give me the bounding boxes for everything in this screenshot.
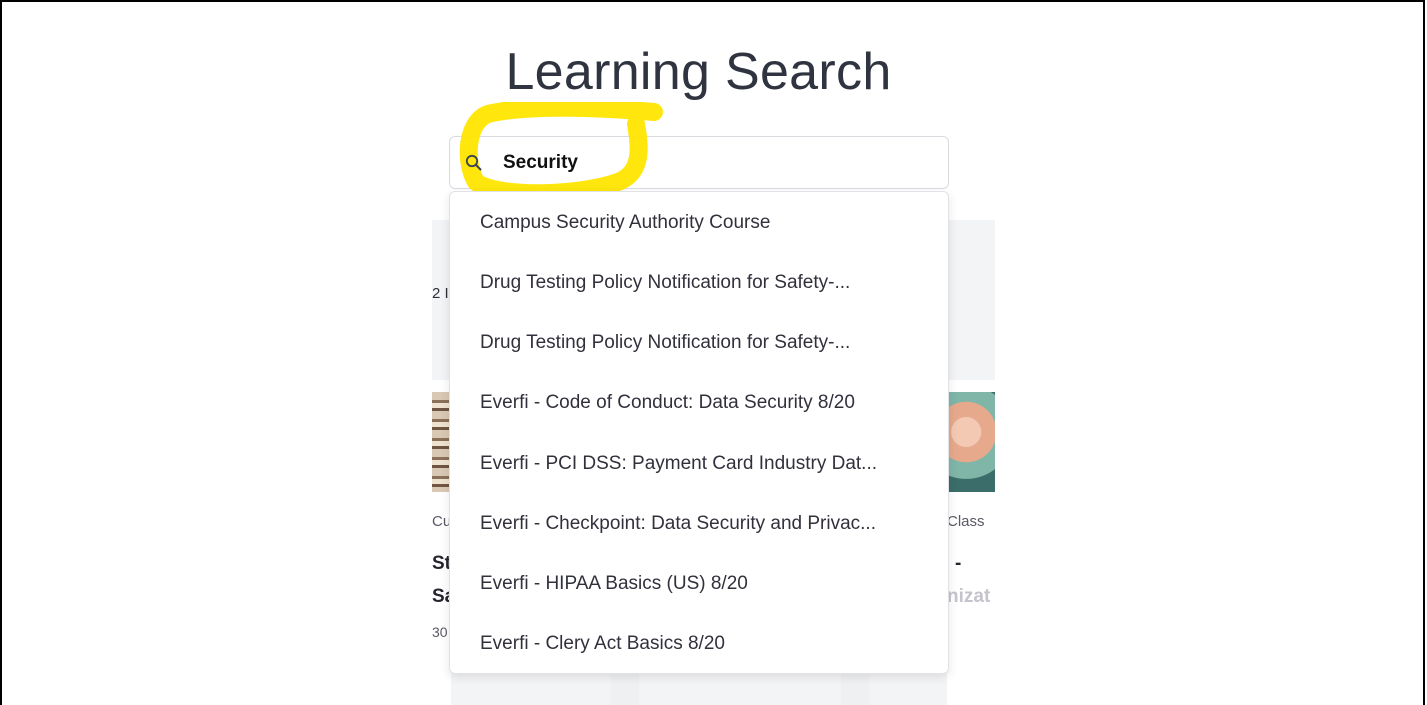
result-card-right-type: Class	[947, 513, 985, 530]
grid-block	[841, 673, 869, 705]
result-card-right-thumbnail	[947, 392, 995, 492]
search-suggestions-dropdown: Campus Security Authority Course Drug Te…	[449, 191, 949, 674]
results-count-fragment: 2 I	[432, 285, 449, 302]
suggestion-item[interactable]: Everfi - Clery Act Basics 8/20	[450, 614, 948, 674]
suggestion-item[interactable]: Everfi - Checkpoint: Data Security and P…	[450, 494, 948, 554]
grid-block	[611, 673, 639, 705]
suggestion-item[interactable]: Everfi - HIPAA Basics (US) 8/20	[450, 554, 948, 614]
suggestion-item[interactable]: Drug Testing Policy Notification for Saf…	[450, 313, 948, 373]
search-icon	[464, 153, 484, 173]
suggestion-item[interactable]: Campus Security Authority Course	[450, 193, 948, 253]
result-card-right-title-line1: -	[955, 553, 962, 574]
result-card-left-meta: 30	[432, 624, 448, 640]
suggestion-item[interactable]: Everfi - Code of Conduct: Data Security …	[450, 373, 948, 433]
page-title: Learning Search	[505, 43, 892, 101]
suggestion-item[interactable]: Everfi - PCI DSS: Payment Card Industry …	[450, 434, 948, 494]
result-card-right-title-line2: nizat	[947, 586, 991, 607]
suggestion-item[interactable]: Drug Testing Policy Notification for Saf…	[450, 253, 948, 313]
search-input[interactable]	[503, 150, 923, 176]
